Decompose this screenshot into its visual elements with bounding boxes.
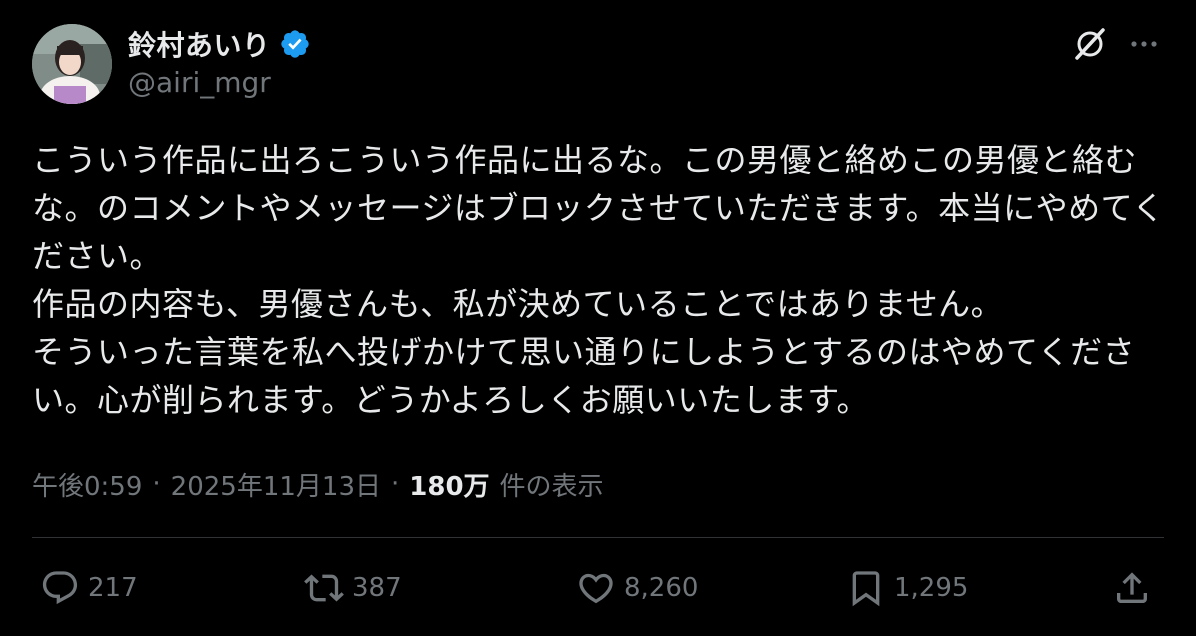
more-dots-icon[interactable]: [1124, 24, 1164, 64]
bookmark-button[interactable]: 1,295: [846, 564, 968, 612]
bookmark-icon: [852, 571, 880, 607]
tweet-time[interactable]: 午後0:59: [32, 466, 142, 503]
share-button[interactable]: [1112, 564, 1152, 612]
tweet-date[interactable]: 2025年11月13日: [171, 466, 381, 503]
views-count[interactable]: 180万: [409, 466, 489, 503]
divider: [32, 537, 1164, 538]
meta-separator: ·: [391, 469, 400, 499]
reply-bubble-icon: [42, 571, 78, 605]
author-handle[interactable]: @airi_mgr: [128, 66, 271, 99]
like-count: 8,260: [624, 573, 699, 603]
bookmark-count: 1,295: [894, 573, 969, 603]
share-upload-icon: [1117, 572, 1147, 603]
reply-count: 217: [88, 573, 138, 603]
tweet-meta: 午後0:59 · 2025年11月13日 · 180万 件の表示: [32, 464, 604, 504]
views-label: 件の表示: [499, 471, 604, 502]
like-button[interactable]: 8,260: [576, 564, 698, 612]
verified-badge-icon[interactable]: [279, 28, 311, 60]
repost-count: 387: [352, 573, 402, 603]
tweet-text: こういう作品に出ろこういう作品に出るな。この男優と絡めこの男優と絡むな。のコメン…: [32, 141, 1165, 419]
heart-icon: [579, 573, 613, 604]
reply-button[interactable]: 217: [40, 564, 138, 612]
avatar[interactable]: [32, 24, 112, 104]
tweet-card: 鈴村あいり @airi_mgr こういう作品に出ろこういう作品に出るな。この男優…: [0, 0, 1196, 636]
repost-arrows-icon: [304, 574, 344, 602]
action-bar: 217 387 8,260 1,295: [32, 564, 1164, 612]
repost-button[interactable]: 387: [304, 564, 402, 612]
author-display-name[interactable]: 鈴村あいり: [128, 24, 271, 64]
meta-separator: ·: [152, 469, 161, 499]
author-name-row: 鈴村あいり: [128, 24, 311, 64]
grok-icon[interactable]: [1070, 24, 1110, 64]
